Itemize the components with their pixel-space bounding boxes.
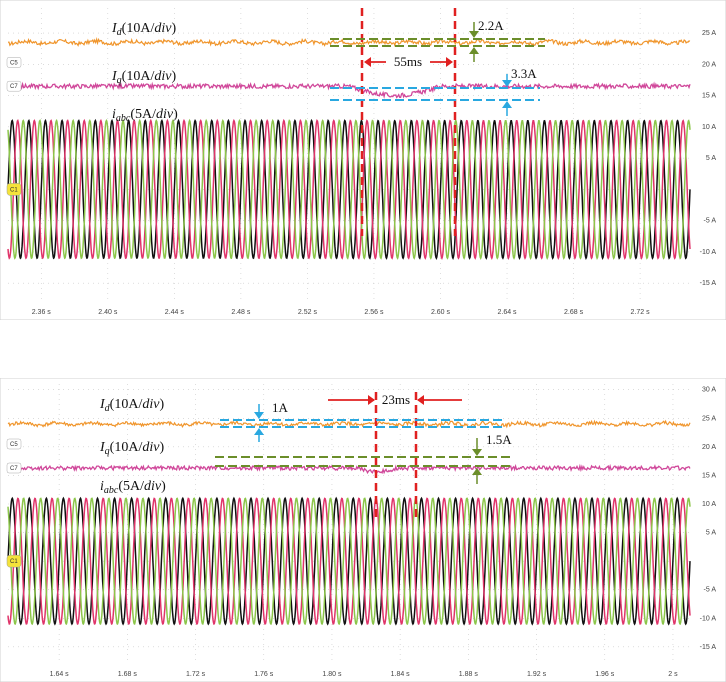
- time-span-label: 55ms: [394, 54, 422, 69]
- channel-label: C5: [10, 442, 18, 448]
- x-tick-label: 2.64 s: [497, 309, 517, 316]
- x-tick-label: 2.40 s: [98, 309, 118, 316]
- y-tick-label: 15 A: [702, 93, 716, 100]
- scope-chart-bottom: 1.64 s 1.68 s 1.72 s 1.76 s 1.80 s 1.84 s 1.88…: [0, 378, 726, 682]
- channel-label: C7: [10, 466, 18, 472]
- iq-band-label: 1.5A: [486, 432, 512, 447]
- x-tick-label: 1.72 s: [186, 671, 206, 678]
- x-tick-label: 2.52 s: [298, 309, 318, 316]
- channel-marker-c7: C7: [6, 80, 22, 92]
- y-tick-label: 10 A: [702, 124, 716, 131]
- y-tick-label: -15 A: [700, 644, 717, 651]
- x-tick-label: 2.72 s: [631, 309, 651, 316]
- x-tick-label: 1.68 s: [118, 671, 138, 678]
- y-tick-label: 25 A: [702, 30, 716, 37]
- y-tick-label: 20 A: [702, 61, 716, 68]
- channel-marker-c1: C1: [6, 554, 22, 568]
- y-tick-label: 25 A: [702, 415, 716, 422]
- x-tick-label: 2.36 s: [32, 309, 52, 316]
- y-tick-label: -10 A: [700, 249, 717, 256]
- y-tick-label: 5 A: [706, 530, 716, 537]
- x-tick-label: 1.64 s: [50, 671, 70, 678]
- channel-label: C1: [10, 187, 18, 193]
- x-tick-label: 2.48 s: [231, 309, 251, 316]
- id-band-label: 2.2A: [478, 18, 504, 33]
- x-tick-label: 1.92 s: [527, 671, 547, 678]
- y-tick-label: 30 A: [702, 387, 716, 394]
- scope-chart-top: 2.36 s 2.40 s 2.44 s 2.48 s 2.52 s 2.56 s 2.60…: [0, 0, 726, 320]
- channel-label: C5: [10, 60, 18, 66]
- y-tick-label: -15 A: [700, 280, 717, 287]
- channel-label: C7: [10, 84, 18, 90]
- x-tick-label: 2.56 s: [364, 309, 384, 316]
- label-id: Id(10A/div): [99, 397, 164, 414]
- x-tick-label: 1.76 s: [254, 671, 274, 678]
- iq-band-label: 3.3A: [511, 66, 537, 81]
- y-tick-label: 5 A: [706, 155, 716, 162]
- time-span-label: 23ms: [382, 392, 410, 407]
- channel-marker-c7: C7: [6, 462, 22, 474]
- y-tick-label: -10 A: [700, 615, 717, 622]
- x-tick-label: 1.96 s: [595, 671, 615, 678]
- label-iq: Iq(10A/div): [99, 440, 164, 457]
- channel-label: C1: [10, 559, 18, 565]
- id-band-label: 1A: [272, 400, 289, 415]
- y-tick-label: 15 A: [702, 472, 716, 479]
- scope-panel-bottom: 1.64 s 1.68 s 1.72 s 1.76 s 1.80 s 1.84 s 1.88…: [0, 378, 726, 682]
- x-tick-label: 1.84 s: [391, 671, 411, 678]
- channel-marker-c5: C5: [6, 438, 22, 450]
- y-tick-label: 20 A: [702, 444, 716, 451]
- label-iq: Iq(10A/div): [111, 69, 176, 86]
- x-tick-label: 2.44 s: [165, 309, 185, 316]
- x-tick-label: 2.60 s: [431, 309, 451, 316]
- x-tick-label: 2.68 s: [564, 309, 584, 316]
- channel-marker-c5: C5: [6, 57, 22, 68]
- channel-marker-c1: C1: [6, 183, 22, 196]
- label-id: Id(10A/div): [111, 21, 176, 38]
- x-tick-label: 2 s: [668, 671, 678, 678]
- scope-panel-top: 2.36 s 2.40 s 2.44 s 2.48 s 2.52 s 2.56 s 2.60…: [0, 0, 726, 320]
- x-tick-label: 1.80 s: [322, 671, 342, 678]
- y-tick-label: 10 A: [702, 501, 716, 508]
- x-tick-label: 1.88 s: [459, 671, 479, 678]
- y-tick-label: -5 A: [704, 587, 717, 594]
- y-tick-label: -5 A: [704, 218, 717, 225]
